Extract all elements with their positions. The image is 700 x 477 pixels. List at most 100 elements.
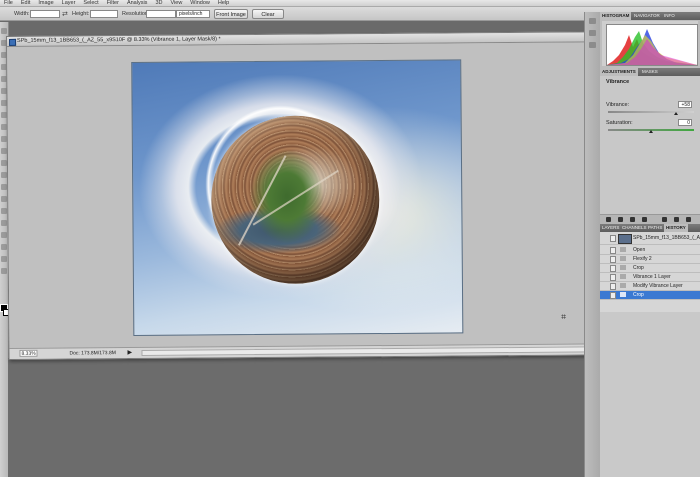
history-step-label: Crop [633,265,644,271]
vibrance-slider[interactable] [608,111,694,115]
history-source-checkbox[interactable] [610,256,616,263]
height-field[interactable] [90,10,118,18]
crop-step-icon [620,265,626,270]
saturation-label: Saturation: [606,120,633,126]
dock-icon[interactable] [589,18,596,24]
units-select[interactable]: pixels/inch [176,10,210,18]
delete-icon[interactable] [686,217,691,222]
menu-file[interactable]: File [4,0,13,6]
reset-icon[interactable] [674,217,679,222]
expand-view-icon[interactable] [618,217,623,222]
horizontal-scrollbar[interactable] [141,346,590,356]
dodge-tool-icon[interactable] [1,184,7,190]
menu-select[interactable]: Select [83,0,98,6]
history-source-checkbox[interactable] [610,292,616,299]
menu-window[interactable]: Window [190,0,210,6]
snapshot-thumbnail [618,234,632,244]
vibrance-slider-knob[interactable] [673,112,678,115]
saturation-slider[interactable] [608,129,694,133]
menu-image[interactable]: Image [38,0,53,6]
swap-icon[interactable]: ⇄ [62,10,68,18]
tab-layers[interactable]: LAYERS [600,224,621,232]
document-window: SPb_15mm_f13_1BB653_(_AZ_55_x9S10F @ 8.3… [6,31,599,360]
saturation-value-field[interactable]: 0 [678,119,692,126]
document-icon [9,38,17,46]
resolution-field[interactable] [146,10,176,18]
menu-filter[interactable]: Filter [107,0,119,6]
history-source-checkbox[interactable] [610,235,616,242]
history-source-checkbox[interactable] [610,283,616,290]
shape-tool-icon[interactable] [1,232,7,238]
history-step[interactable]: Modify Vibrance Layer [600,282,700,291]
history-step[interactable]: Vibrance 1 Layer [600,273,700,282]
tab-masks[interactable]: MASKS [640,68,660,76]
status-menu-arrow-icon[interactable]: ▶ [127,348,132,358]
height-label: Height: [72,11,90,17]
menu-analysis[interactable]: Analysis [127,0,147,6]
move-tool-icon[interactable] [1,28,7,34]
histogram-panel [602,21,698,66]
history-source-checkbox[interactable] [610,265,616,272]
snapshot-name: SPb_15mm_f13_1BB653_(_AZ... [633,235,700,241]
clip-to-layer-icon[interactable] [630,217,635,222]
history-list: SPb_15mm_f13_1BB653_(_AZ... Open Flexify… [600,232,700,312]
tab-histogram[interactable]: HISTOGRAM [600,12,632,20]
type-tool-icon[interactable] [1,208,7,214]
adjustments-footer [600,214,700,224]
clear-button[interactable]: Clear [252,9,284,19]
canvas-area[interactable]: ⌗ [7,42,591,349]
history-step-label: Modify Vibrance Layer [633,283,683,289]
width-field[interactable] [30,10,60,18]
path-select-tool-icon[interactable] [1,220,7,226]
history-step-selected[interactable]: Crop [600,291,700,300]
tiny-planet [210,115,380,285]
history-step-icon [620,274,626,279]
doc-size-info: Doc: 173.8M/173.8M [69,350,116,357]
history-tab-bar: LAYERS CHANNELS PATHS HISTORY [600,224,700,232]
tab-channels[interactable]: CHANNELS [620,224,649,232]
history-source-checkbox[interactable] [610,247,616,254]
history-step[interactable]: Open [600,246,700,255]
pen-tool-icon[interactable] [1,196,7,202]
tab-navigator[interactable]: NAVIGATOR [632,12,662,20]
zoom-tool-icon[interactable] [1,268,7,274]
zoom-level-field[interactable]: 8.33% [19,349,38,357]
adjustments-tab-bar: ADJUSTMENTS MASKS [600,68,700,76]
previous-state-icon[interactable] [662,217,667,222]
hand-tool-icon[interactable] [1,256,7,262]
menu-3d[interactable]: 3D [155,0,162,6]
workspace-background [8,358,598,477]
photo-image[interactable] [131,59,464,337]
return-to-list-icon[interactable] [606,217,611,222]
saturation-slider-knob[interactable] [649,130,653,133]
history-step-label: Vibrance 1 Layer [633,274,671,280]
dock-icon[interactable] [589,30,596,36]
history-snapshot[interactable]: SPb_15mm_f13_1BB653_(_AZ... [600,232,700,245]
vibrance-value-field[interactable]: +58 [678,101,692,108]
front-image-button[interactable]: Front Image [214,9,248,19]
menu-layer[interactable]: Layer [62,0,76,6]
history-step[interactable]: Flexify 2 [600,255,700,264]
3d-rotate-tool-icon[interactable] [1,244,7,250]
adjustment-title: Vibrance [606,79,630,85]
width-label: Width: [14,11,30,17]
dock-icon[interactable] [589,42,596,48]
tab-history[interactable]: HISTORY [664,224,688,232]
street [252,169,339,226]
tab-paths[interactable]: PATHS [646,224,664,232]
tab-info[interactable]: INFO [662,12,677,20]
crop-rotate-icon[interactable]: ⌗ [561,312,566,323]
menu-view[interactable]: View [170,0,182,6]
history-source-checkbox[interactable] [610,274,616,281]
history-step-label: Crop [633,292,644,298]
histogram-graph [606,24,698,66]
menu-help[interactable]: Help [218,0,229,6]
tab-adjustments[interactable]: ADJUSTMENTS [600,68,638,76]
visibility-icon[interactable] [642,217,647,222]
street [238,154,287,246]
crop-step-icon [620,292,626,297]
units-value: pixels/inch [179,11,203,17]
history-step[interactable]: Crop [600,264,700,273]
menu-edit[interactable]: Edit [21,0,30,6]
document-title: SPb_15mm_f13_1BB653_(_AZ_55_x9S10F @ 8.3… [17,36,221,44]
